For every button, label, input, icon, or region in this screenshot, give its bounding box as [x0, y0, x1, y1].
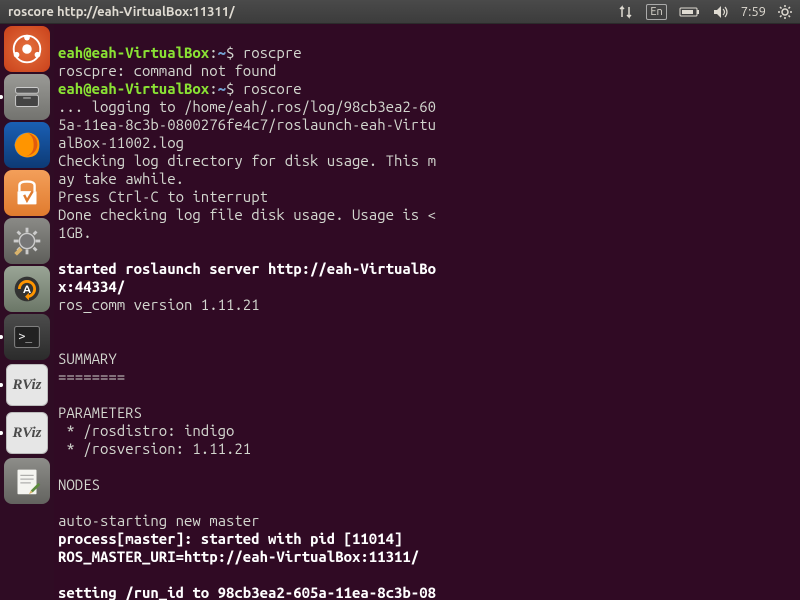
param-rosversion: * /rosversion: 1.11.21 — [58, 440, 251, 457]
network-icon[interactable] — [618, 5, 634, 19]
top-menu-bar: roscore http://eah-VirtualBox:11311/ En … — [0, 0, 800, 24]
nodes-heading: NODES — [58, 476, 100, 493]
dash-icon[interactable] — [4, 26, 50, 72]
command-2: roscore — [243, 80, 302, 97]
window-title: roscore http://eah-VirtualBox:11311/ — [8, 5, 618, 19]
firefox-icon[interactable] — [4, 122, 50, 168]
unity-launcher: A >_ RViz RViz — [0, 24, 54, 600]
software-center-icon[interactable] — [4, 170, 50, 216]
ros-master-uri: ROS_MASTER_URI=http://eah-VirtualBox:113… — [58, 548, 419, 565]
error-line: roscpre: command not found — [58, 62, 276, 79]
rviz-icon-2[interactable]: RViz — [4, 410, 50, 456]
terminal-output[interactable]: eah@eah-VirtualBox:~$ roscpre roscpre: c… — [54, 24, 800, 600]
roscomm-version: ros_comm version 1.11.21 — [58, 296, 260, 313]
keyboard-indicator[interactable]: En — [646, 4, 666, 20]
process-master-line: process[master]: started with pid [11014… — [58, 530, 402, 547]
gear-icon[interactable] — [778, 5, 792, 19]
clock[interactable]: 7:59 — [741, 5, 766, 19]
prompt-path: ~ — [218, 44, 226, 61]
command-1: roscpre — [243, 44, 302, 61]
prompt-user: eah@eah-VirtualBox — [58, 44, 209, 61]
software-updater-icon[interactable]: A — [4, 266, 50, 312]
roslaunch-server-line: started roslaunch server http://eah-Virt… — [58, 260, 436, 277]
run-id-line: setting /run_id to 98cb3ea2-605a-11ea-8c… — [58, 584, 436, 600]
volume-icon[interactable] — [713, 5, 729, 19]
settings-icon[interactable] — [4, 218, 50, 264]
summary-heading: SUMMARY — [58, 350, 117, 367]
files-icon[interactable] — [4, 74, 50, 120]
indicator-area: En 7:59 — [618, 4, 792, 20]
param-rosdistro: * /rosdistro: indigo — [58, 422, 234, 439]
parameters-heading: PARAMETERS — [58, 404, 142, 421]
battery-icon[interactable] — [679, 6, 701, 18]
svg-text:>_: >_ — [18, 329, 32, 343]
rviz-icon-1[interactable]: RViz — [4, 362, 50, 408]
text-editor-icon[interactable] — [4, 458, 50, 504]
svg-text:A: A — [23, 283, 31, 296]
terminal-icon[interactable]: >_ — [4, 314, 50, 360]
